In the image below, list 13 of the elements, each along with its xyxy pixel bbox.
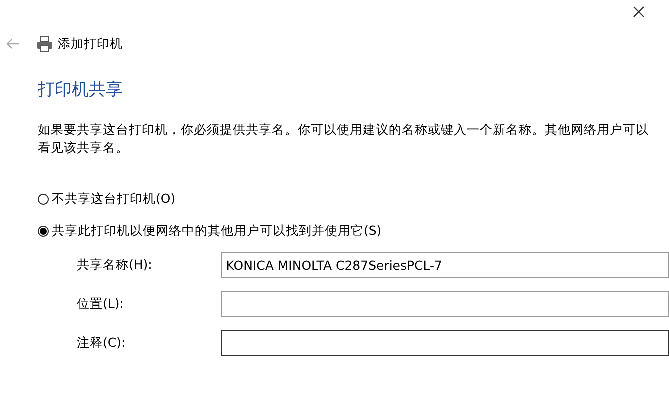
field-label: 共享名称(H): xyxy=(77,256,154,274)
field-label: 位置(L): xyxy=(77,296,125,312)
window-title: 添加打印机 xyxy=(58,36,123,52)
input-field[interactable] xyxy=(221,291,669,317)
input-field[interactable]: KONICA MINOLTA C287SeriesPCL-7 xyxy=(221,252,669,278)
radio-option[interactable]: 不共享这台打印机(O) xyxy=(38,191,669,208)
field-label: 注释(C): xyxy=(77,334,127,352)
radio-option[interactable]: 共享此打印机以便网络中的其他用户可以找到并使用它(S) xyxy=(38,223,669,240)
input-field[interactable] xyxy=(221,330,669,356)
printer-icon xyxy=(36,35,54,53)
close-icon[interactable] xyxy=(633,6,645,18)
description-text: 如果要共享这台打印机，你必须提供共享名。你可以使用建议的名称或键入一个新名称。其他网络用户可以看见该共享名。 xyxy=(38,121,649,157)
section-heading: 打印机共享 xyxy=(38,79,124,101)
